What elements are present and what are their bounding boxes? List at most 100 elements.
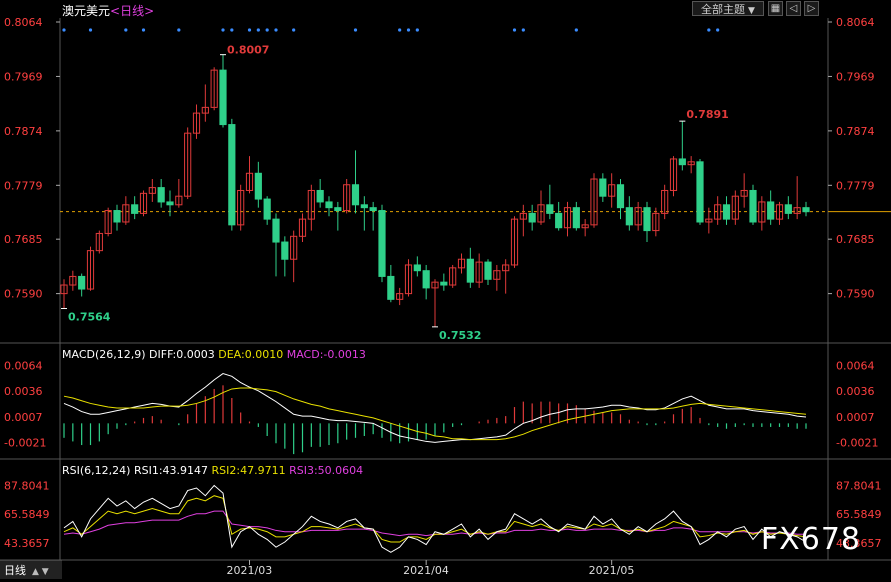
candle-body [802, 207, 810, 213]
macd-axis-label-left: 0.0064 [4, 359, 43, 372]
event-dot [230, 28, 234, 32]
candle-body [696, 161, 704, 223]
price-axis-label-left: 0.7969 [4, 70, 43, 83]
candle-body [316, 189, 324, 203]
candle-body [325, 201, 333, 209]
candle-body [440, 281, 448, 286]
candle-body [113, 210, 121, 223]
rsi-axis-label-left: 43.3657 [4, 537, 50, 550]
candle-body [228, 124, 236, 226]
event-dot [124, 28, 128, 32]
event-dot [292, 28, 296, 32]
watermark-logo: FX678 [760, 522, 861, 557]
candle-body [599, 178, 607, 197]
event-dot [398, 28, 402, 32]
candle-body [422, 270, 430, 289]
candle-body [263, 198, 271, 220]
macd-dea-label: DEA:0.0010 [218, 348, 284, 361]
candle-body [484, 261, 492, 280]
event-dot [274, 28, 278, 32]
candle-body [378, 210, 386, 277]
rsi-legend: RSI(6,12,24) RSI1:43.9147 RSI2:47.9711 R… [62, 464, 363, 477]
macd-value-label: MACD:-0.0013 [286, 348, 366, 361]
annotation-high-0.7891: 0.7891 [686, 108, 728, 121]
price-axis-label-right: 0.7685 [836, 233, 875, 246]
candle-body [784, 204, 792, 214]
candle-body [678, 158, 686, 166]
candle-body [369, 207, 377, 212]
price-axis-label-right: 0.7590 [836, 288, 875, 301]
candle-body [749, 189, 757, 223]
event-dot [512, 28, 517, 32]
candle-body [334, 207, 342, 212]
rsi1-line [63, 484, 807, 553]
rsi-axis-label-right: 87.8041 [836, 480, 882, 493]
period-tab[interactable]: 日线 ▲ ▼ [0, 560, 62, 579]
event-dot [177, 28, 181, 32]
candle-body [555, 212, 563, 229]
rsi2-line [63, 495, 807, 543]
candle-body [767, 201, 775, 220]
macd-axis-label-left: 0.0007 [4, 411, 43, 424]
candle-body [360, 204, 368, 209]
macd-legend: MACD(26,12,9) DIFF:0.0003 DEA:0.0010 MAC… [62, 348, 366, 361]
event-dot [141, 28, 146, 32]
candle-body [254, 172, 262, 200]
candlestick-chart[interactable]: 0.8064 0.8064 0.7969 0.7969 0.7874 0.7874 0.77… [0, 0, 891, 579]
macd-name: MACD(26,12,9) [62, 348, 146, 361]
rsi-axis-label-right: 65.5849 [836, 508, 882, 521]
annotation-low-0.7532: 0.7532 [439, 329, 481, 342]
event-dot [521, 28, 525, 32]
macd-axis-label-left: 0.0036 [4, 385, 43, 398]
macd-axis-label-right: 0.0064 [836, 359, 875, 372]
macd-axis-label-right: -0.0021 [836, 436, 878, 449]
event-dot [707, 28, 711, 32]
price-axis-label-left: 0.8064 [4, 16, 43, 29]
candle-body [387, 275, 395, 300]
price-axis-label-left: 0.7874 [4, 125, 43, 138]
period-tab-label: 日线 [4, 564, 26, 577]
event-dot [62, 28, 66, 32]
candle-body [413, 264, 421, 272]
rsi-name: RSI(6,12,24) [62, 464, 131, 477]
event-dot [247, 28, 252, 32]
candle-body [528, 212, 536, 223]
candle-body [157, 187, 165, 203]
candle-body [281, 241, 289, 260]
macd-axis-label-right: 0.0036 [836, 385, 875, 398]
rsi1-label: RSI1:43.9147 [133, 464, 209, 477]
candle-body [572, 207, 580, 229]
price-axis-label-right: 0.7779 [836, 179, 875, 192]
price-axis-label-left: 0.7685 [4, 233, 43, 246]
event-dot [256, 28, 260, 32]
date-axis-label: 2021/04 [403, 564, 449, 577]
date-axis-label: 2021/03 [227, 564, 273, 577]
price-axis-label-right: 0.7969 [836, 70, 875, 83]
rsi-axis-label-left: 65.5849 [4, 508, 50, 521]
event-dot [415, 28, 419, 32]
price-axis-label-right: 0.7874 [836, 125, 875, 138]
price-axis-label-right: 0.8064 [836, 16, 875, 29]
candle-body [616, 184, 625, 209]
candle-body [272, 218, 280, 243]
candle-body [722, 204, 731, 220]
event-dot [88, 28, 93, 32]
price-axis-label-left: 0.7590 [4, 288, 43, 301]
candle-body [643, 207, 651, 232]
price-axis-label-left: 0.7779 [4, 179, 43, 192]
event-dot [406, 28, 411, 32]
macd-axis-label-right: 0.0007 [836, 411, 875, 424]
event-dot [265, 28, 269, 32]
candle-body [546, 204, 554, 214]
event-dot [353, 28, 358, 32]
tab-arrows-icon[interactable]: ▲ ▼ [32, 567, 49, 577]
candle-body [625, 207, 633, 226]
event-dot [574, 28, 578, 32]
candle-body [166, 201, 174, 206]
rsi-axis-label-left: 87.8041 [4, 480, 50, 493]
macd-axis-label-left: -0.0021 [4, 436, 46, 449]
candle-body [131, 204, 139, 214]
candle-body [78, 275, 86, 290]
macd-diff-label: DIFF:0.0003 [149, 348, 215, 361]
date-axis-label: 2021/05 [589, 564, 635, 577]
